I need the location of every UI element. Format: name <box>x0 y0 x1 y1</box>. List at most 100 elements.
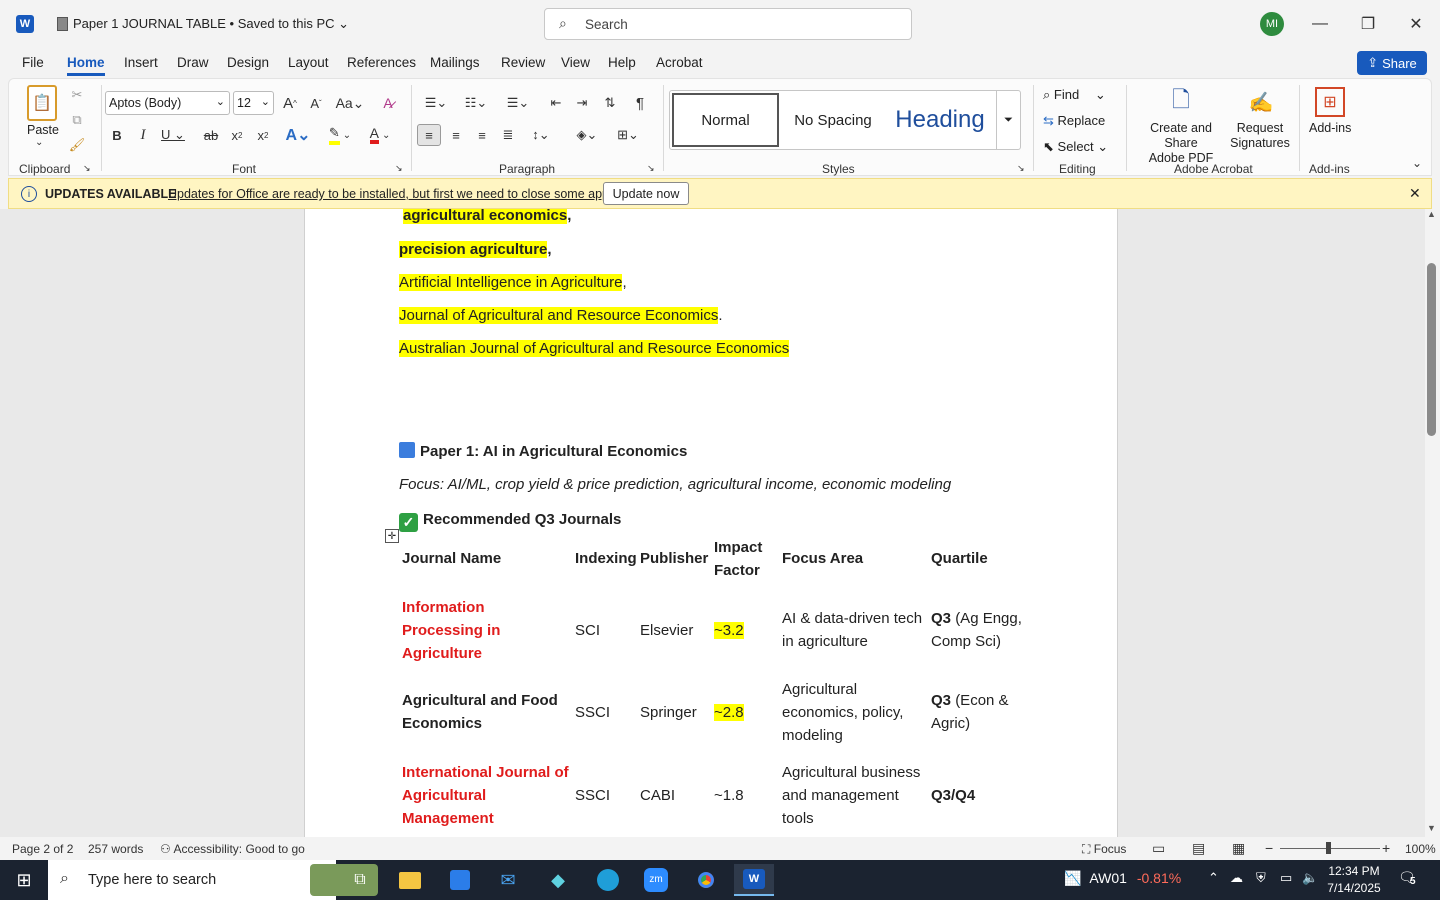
stock-widget[interactable]: 📉 AW01 -0.81% <box>1064 870 1181 887</box>
numbering-icon[interactable]: ☷⌄ <box>459 92 493 114</box>
vertical-scrollbar[interactable]: ▲ ▼ <box>1425 209 1440 837</box>
windows-start-icon[interactable]: ⊞ <box>4 864 44 896</box>
bullets-icon[interactable]: ☰⌄ <box>419 92 453 114</box>
menu-insert[interactable]: Insert <box>124 55 158 70</box>
superscript-icon[interactable]: x2 <box>253 124 273 146</box>
multilevel-list-icon[interactable]: ☰⌄ <box>501 92 535 114</box>
zoom-app-icon[interactable]: zm <box>636 864 676 896</box>
scroll-thumb[interactable] <box>1427 263 1436 436</box>
style-heading[interactable]: Heading <box>886 93 994 147</box>
font-size-select[interactable]: 12 ⌄ <box>233 91 274 115</box>
tray-chevron-icon[interactable]: ⌃ <box>1208 870 1219 886</box>
underline-icon[interactable]: U ⌄ <box>159 124 187 146</box>
file-explorer-icon[interactable] <box>390 864 430 896</box>
text-effects-icon[interactable]: A⌄ <box>283 124 313 146</box>
menu-layout[interactable]: Layout <box>288 55 329 70</box>
accessibility-status[interactable]: ⚇ Accessibility: Good to go <box>160 842 305 856</box>
network-icon[interactable]: ▭ <box>1280 870 1292 886</box>
share-button[interactable]: ⇪ Share <box>1357 51 1427 75</box>
menu-draw[interactable]: Draw <box>177 55 209 70</box>
styles-more-button[interactable]: ⏷ <box>996 91 1020 149</box>
menu-design[interactable]: Design <box>227 55 269 70</box>
zoom-in-icon[interactable]: + <box>1382 840 1390 856</box>
signature-icon[interactable]: ✍ <box>1245 87 1277 117</box>
close-button[interactable]: ✕ <box>1398 8 1434 40</box>
clock[interactable]: 12:34 PM 7/14/2025 <box>1324 863 1384 897</box>
notification-center-icon[interactable]: 🗨 5 <box>1398 869 1420 891</box>
format-painter-icon[interactable]: 🖌 <box>67 135 87 155</box>
grow-font-icon[interactable]: A ^ <box>279 92 301 114</box>
justify-icon[interactable]: ≣ <box>497 124 519 146</box>
find-button[interactable]: ⌕ Find ⌄ <box>1043 87 1106 103</box>
strikethrough-icon[interactable]: ab <box>201 124 221 146</box>
addins-button[interactable]: Add-ins <box>1309 121 1351 135</box>
align-left-icon[interactable]: ≡ <box>417 124 441 146</box>
borders-icon[interactable]: ⊞⌄ <box>611 124 645 146</box>
paste-button[interactable]: Paste <box>27 123 59 137</box>
minimize-button[interactable]: — <box>1302 8 1338 40</box>
align-center-icon[interactable]: ≡ <box>445 124 467 146</box>
sort-icon[interactable]: ⇅ <box>599 92 621 114</box>
onedrive-icon[interactable]: ☁ <box>1230 870 1243 886</box>
word-count[interactable]: 257 words <box>88 842 143 856</box>
replace-button[interactable]: ⇆ Replace <box>1043 113 1105 129</box>
change-case-icon[interactable]: Aa⌄ <box>335 92 365 114</box>
document-page[interactable]: agricultural economics, precision agricu… <box>304 209 1118 837</box>
decrease-indent-icon[interactable]: ⇤ <box>545 92 567 114</box>
page-count[interactable]: Page 2 of 2 <box>12 842 73 856</box>
zoom-level[interactable]: 100% <box>1405 842 1436 856</box>
task-view-icon[interactable]: ⧉ <box>340 864 380 896</box>
taskbar-search-box[interactable]: ⌕ Type here to search <box>48 860 378 900</box>
app-diamond-icon[interactable]: ◆ <box>538 864 578 896</box>
style-no-spacing[interactable]: No Spacing <box>780 93 886 147</box>
document-title[interactable]: Paper 1 JOURNAL TABLE • Saved to this PC… <box>73 16 349 32</box>
subscript-icon[interactable]: x2 <box>227 124 247 146</box>
shrink-font-icon[interactable]: Aˇ <box>305 92 327 114</box>
dialog-launcher-icon[interactable]: ↘ <box>83 163 91 174</box>
avatar[interactable]: MI <box>1260 12 1284 36</box>
mail-icon[interactable]: ✉ <box>488 864 528 896</box>
dialog-launcher-icon[interactable]: ↘ <box>395 163 403 174</box>
line-spacing-icon[interactable]: ↕⌄ <box>525 124 557 146</box>
italic-icon[interactable]: I <box>133 124 153 146</box>
dialog-launcher-icon[interactable]: ↘ <box>1017 163 1025 174</box>
align-right-icon[interactable]: ≡ <box>471 124 493 146</box>
menu-home[interactable]: Home <box>67 55 105 76</box>
security-icon[interactable]: ⛨ <box>1256 870 1266 886</box>
menu-acrobat[interactable]: Acrobat <box>656 55 703 70</box>
select-button[interactable]: ⬉ Select ⌄ <box>1043 139 1108 155</box>
paste-icon[interactable]: 📋 <box>27 85 57 121</box>
menu-references[interactable]: References <box>347 55 416 70</box>
edge-icon[interactable] <box>588 864 628 896</box>
shading-icon[interactable]: ◈⌄ <box>571 124 603 146</box>
chrome-icon[interactable] <box>686 864 726 896</box>
copy-icon[interactable]: ⧉ <box>67 110 87 130</box>
scroll-down-icon[interactable]: ▼ <box>1427 823 1436 833</box>
zoom-out-icon[interactable]: − <box>1265 840 1273 856</box>
show-formatting-icon[interactable]: ¶ <box>629 92 651 114</box>
print-layout-icon[interactable]: ▤ <box>1192 840 1205 857</box>
volume-icon[interactable]: 🔈 <box>1302 870 1318 886</box>
font-name-select[interactable]: Aptos (Body) ⌄ <box>105 91 230 115</box>
menu-file[interactable]: File <box>22 55 44 70</box>
restore-button[interactable]: ❐ <box>1350 8 1386 40</box>
zoom-slider-thumb[interactable] <box>1326 842 1331 854</box>
scroll-up-icon[interactable]: ▲ <box>1427 209 1436 219</box>
addins-icon[interactable]: ⊞ <box>1315 87 1345 117</box>
close-icon[interactable]: ✕ <box>1409 185 1421 202</box>
create-pdf-icon[interactable]: 🗋 <box>1167 87 1195 117</box>
menu-help[interactable]: Help <box>608 55 636 70</box>
table-move-handle-icon[interactable]: ✛ <box>385 529 399 543</box>
word-taskbar-icon[interactable]: W <box>734 864 774 896</box>
update-message-link[interactable]: Updates for Office are ready to be insta… <box>168 187 619 201</box>
style-normal[interactable]: Normal <box>672 93 779 147</box>
cut-icon[interactable]: ✂ <box>67 85 87 105</box>
request-signatures-button[interactable]: Request Signatures <box>1229 121 1291 151</box>
store-icon[interactable] <box>440 864 480 896</box>
search-box[interactable]: ⌕ Search <box>544 8 912 40</box>
menu-review[interactable]: Review <box>501 55 545 70</box>
menu-mailings[interactable]: Mailings <box>430 55 480 70</box>
collapse-ribbon-icon[interactable]: ⌄ <box>1409 155 1425 171</box>
increase-indent-icon[interactable]: ⇥ <box>571 92 593 114</box>
clear-formatting-icon[interactable]: A̷ <box>377 92 399 114</box>
